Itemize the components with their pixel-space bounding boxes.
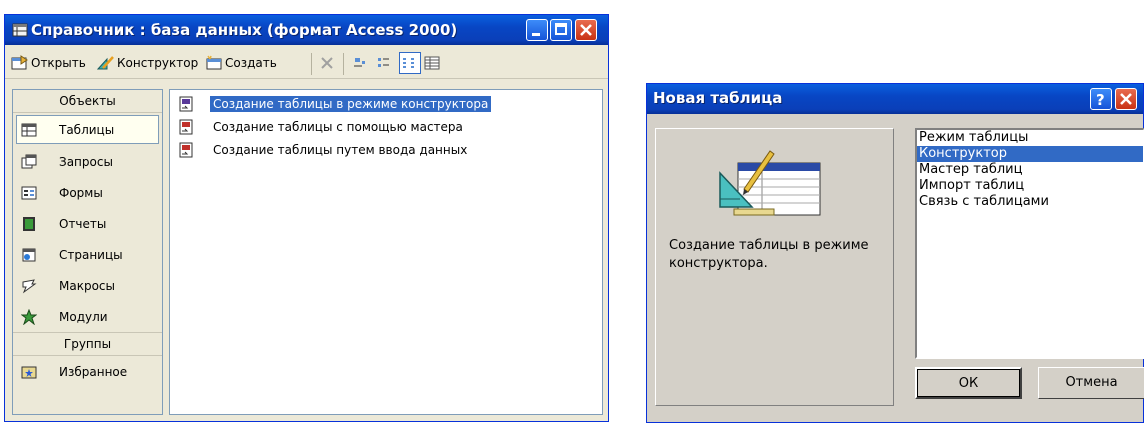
groups-header: Группы — [13, 332, 162, 356]
list-option[interactable]: Конструктор — [917, 146, 1143, 162]
toolbar-separator — [311, 53, 312, 75]
maximize-button[interactable] — [550, 19, 572, 41]
database-icon — [12, 23, 28, 37]
shortcut-icon — [179, 142, 193, 158]
small-icons-button[interactable] — [375, 54, 393, 72]
list-option[interactable]: Связь с таблицами — [917, 194, 1143, 210]
objects-header: Объекты — [13, 90, 162, 113]
design-table-icon — [719, 150, 821, 216]
sidebar-item-modules[interactable]: Модули — [13, 301, 162, 332]
dialog-title: Новая таблица — [653, 89, 783, 107]
list-item[interactable]: Создание таблицы путем ввода данных — [178, 141, 470, 159]
page-icon — [22, 248, 36, 261]
list-view-button[interactable] — [399, 52, 421, 74]
preview-description: Создание таблицы в режиме конструктора. — [669, 238, 869, 271]
cancel-button[interactable]: Отмена — [1038, 367, 1144, 399]
macro-icon — [22, 278, 37, 293]
title-bar[interactable]: Справочник : база данных (формат Access … — [5, 15, 608, 45]
module-icon — [21, 308, 37, 325]
designer-button[interactable]: Конструктор — [97, 54, 198, 72]
list-option[interactable]: Импорт таблиц — [917, 178, 1143, 194]
close-icon — [1120, 93, 1132, 105]
sidebar-item-label: Макросы — [59, 278, 115, 293]
minimize-icon — [532, 33, 540, 36]
create-label: Создать — [225, 56, 277, 70]
close-icon — [580, 24, 592, 36]
sidebar-item-forms[interactable]: Формы — [13, 177, 162, 208]
sidebar-item-pages[interactable]: Страницы — [13, 239, 162, 270]
large-icons-icon — [354, 58, 365, 67]
list-view-icon — [403, 58, 414, 68]
open-button[interactable]: Открыть — [11, 54, 86, 72]
table-icon — [21, 123, 37, 136]
shortcut-icon — [179, 119, 193, 135]
sidebar-item-reports[interactable]: Отчеты — [13, 208, 162, 239]
help-button[interactable]: ? — [1090, 88, 1112, 110]
new-table-icon — [206, 55, 222, 70]
dialog-title-bar[interactable]: Новая таблица ? — [647, 84, 1143, 114]
list-option[interactable]: Мастер таблиц — [917, 162, 1143, 178]
sidebar-item-label: Отчеты — [59, 216, 107, 231]
close-button[interactable] — [1115, 88, 1137, 110]
minimize-button[interactable] — [526, 19, 548, 41]
delete-button[interactable] — [319, 54, 335, 72]
new-table-dialog: Новая таблица ? Создание таблицы в режим… — [646, 83, 1144, 423]
sidebar-item-favorites[interactable]: Избранное — [13, 356, 162, 387]
sidebar-item-label: Таблицы — [59, 122, 115, 137]
list-item-label: Создание таблицы с помощью мастера — [213, 120, 463, 134]
close-button[interactable] — [575, 19, 597, 41]
toolbar-separator — [343, 53, 344, 75]
query-icon — [21, 154, 37, 168]
list-option[interactable]: Режим таблицы — [917, 130, 1143, 146]
svg-text:?: ? — [1096, 91, 1105, 109]
object-sidebar: Объекты Таблицы Запросы Формы Отчеты Стр… — [12, 89, 163, 415]
sidebar-item-label: Формы — [59, 185, 103, 200]
details-view-button[interactable] — [423, 54, 441, 72]
design-icon — [97, 56, 114, 70]
sidebar-item-label: Страницы — [59, 247, 123, 262]
object-list: Создание таблицы в режиме конструктора С… — [169, 89, 603, 415]
list-item-label: Создание таблицы в режиме конструктора — [210, 96, 492, 112]
shortcut-icon — [179, 96, 193, 112]
form-icon — [21, 186, 37, 199]
ok-button[interactable]: ОК — [915, 367, 1022, 399]
small-icons-icon — [378, 58, 389, 67]
toolbar: Открыть Конструктор Создать — [5, 46, 608, 79]
sidebar-item-label: Избранное — [59, 364, 128, 379]
favorites-icon — [21, 366, 37, 378]
delete-icon — [321, 57, 333, 69]
sidebar-item-tables[interactable]: Таблицы — [16, 115, 159, 144]
database-window: Справочник : база данных (формат Access … — [4, 14, 609, 422]
window-title: Справочник : база данных (формат Access … — [31, 21, 458, 39]
maximize-icon — [555, 23, 567, 35]
sidebar-item-label: Модули — [59, 309, 108, 324]
list-item[interactable]: Создание таблицы в режиме конструктора — [178, 95, 492, 113]
open-table-icon — [11, 55, 28, 70]
sidebar-item-macros[interactable]: Макросы — [13, 270, 162, 301]
report-icon — [23, 216, 35, 231]
details-view-icon — [424, 56, 440, 70]
mode-listbox[interactable]: Режим таблицы Конструктор Мастер таблиц … — [915, 128, 1144, 359]
list-item-label: Создание таблицы путем ввода данных — [213, 143, 468, 157]
open-label: Открыть — [31, 56, 86, 70]
preview-pane: Создание таблицы в режиме конструктора. — [655, 128, 894, 406]
sidebar-item-queries[interactable]: Запросы — [13, 146, 162, 177]
list-item[interactable]: Создание таблицы с помощью мастера — [178, 118, 466, 136]
create-button[interactable]: Создать — [205, 54, 277, 72]
large-icons-button[interactable] — [351, 54, 369, 72]
sidebar-item-label: Запросы — [59, 154, 113, 169]
designer-label: Конструктор — [117, 56, 199, 70]
help-icon: ? — [1096, 91, 1105, 109]
